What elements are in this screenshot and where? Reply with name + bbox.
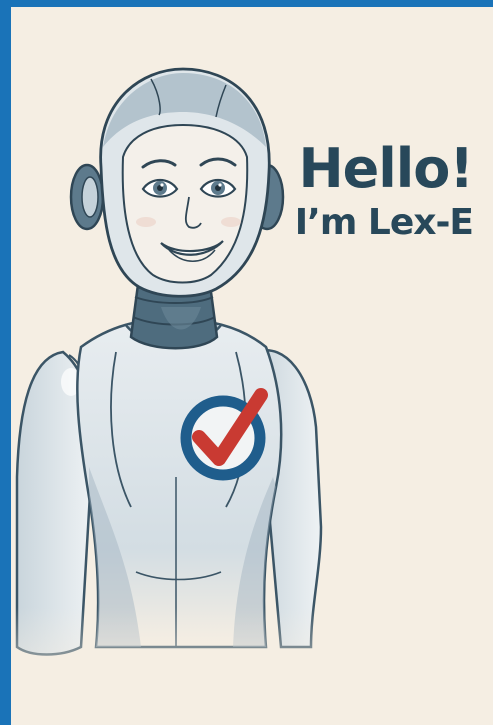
greeting-text: Hello! I’m Lex-E — [273, 137, 474, 245]
greeting-name: I’m Lex-E — [294, 202, 474, 243]
greeting-hello: Hello! — [298, 137, 474, 200]
checkmark-icon — [180, 388, 268, 481]
robot-head — [69, 67, 285, 298]
robot-mascot-illustration — [11, 67, 493, 725]
poster-frame: Hello! I’m Lex-E — [0, 0, 493, 725]
torso — [76, 317, 283, 649]
